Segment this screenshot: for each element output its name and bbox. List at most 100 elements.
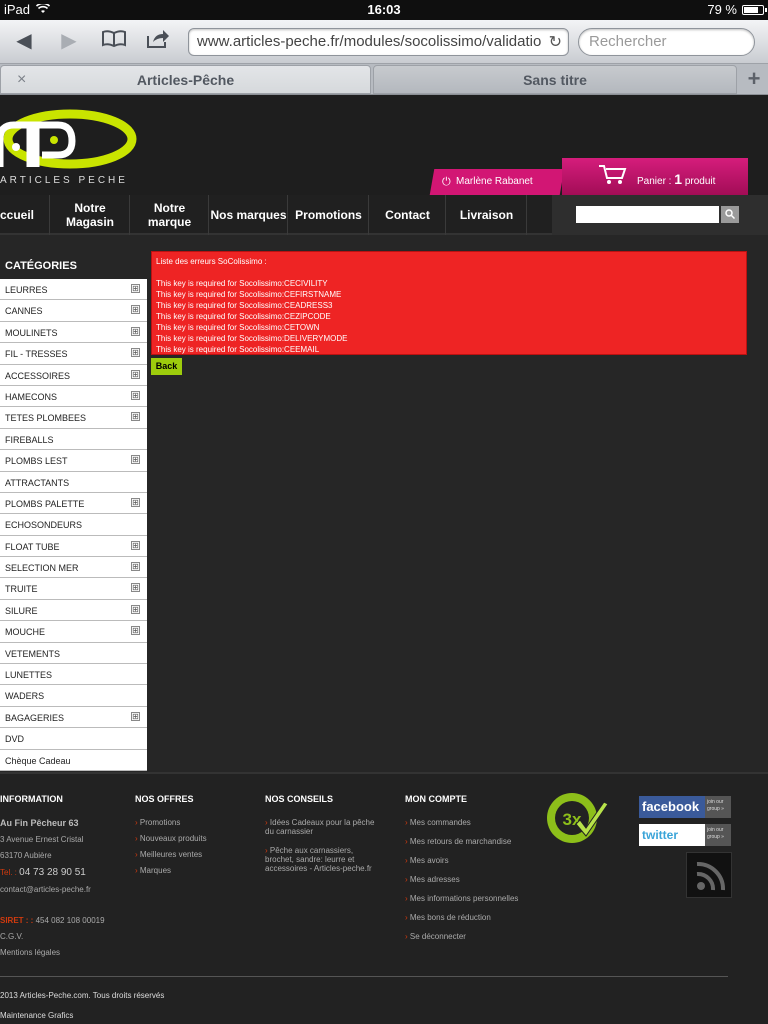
legal-link[interactable]: Mentions légales <box>0 948 125 957</box>
category-label: SILURE <box>5 605 38 616</box>
expand-plus-icon[interactable]: ⊞ <box>131 390 140 400</box>
site-search-input[interactable] <box>576 206 719 223</box>
category-item[interactable]: Chèque Cadeau <box>0 749 147 771</box>
category-item[interactable]: ECHOSONDEURS <box>0 514 147 536</box>
category-item[interactable]: FIL - TRESSES ⊞ <box>0 343 147 365</box>
footer-link-infos-perso[interactable]: Mes informations personnelles <box>405 894 540 903</box>
expand-plus-icon[interactable]: ⊞ <box>131 711 140 721</box>
bookmarks-icon[interactable] <box>100 28 128 54</box>
cart-prefix: Panier : <box>637 176 672 187</box>
category-item[interactable]: WADERS <box>0 685 147 707</box>
category-item[interactable]: PLOMBS LEST ⊞ <box>0 450 147 472</box>
share-icon[interactable] <box>144 28 172 54</box>
tab-label: Sans titre <box>523 72 587 88</box>
category-item[interactable]: HAMECONS ⊞ <box>0 385 147 408</box>
logo-text: ARTICLES PECHE <box>0 175 128 186</box>
expand-plus-icon[interactable]: ⊞ <box>131 497 140 507</box>
category-item[interactable]: BAGAGERIES ⊞ <box>0 706 147 729</box>
category-item[interactable]: LEURRES ⊞ <box>0 279 147 301</box>
nav-item-promotions[interactable]: Promotions <box>289 195 369 235</box>
footer-link-avoirs[interactable]: Mes avoirs <box>405 856 540 865</box>
tab-articles-peche[interactable]: × Articles-Pêche <box>0 65 371 94</box>
category-item[interactable]: SILURE ⊞ <box>0 599 147 622</box>
category-item[interactable]: MOUCHE ⊞ <box>0 621 147 643</box>
browser-search-input[interactable]: Rechercher <box>578 28 755 56</box>
category-item[interactable]: ATTRACTANTS <box>0 471 147 493</box>
category-label: VETEMENTS <box>5 648 61 659</box>
expand-plus-icon[interactable]: ⊞ <box>131 369 140 379</box>
address-line1: 3 Avenue Ernest Cristal <box>0 835 84 844</box>
user-name: Marlène Rabanet <box>456 176 533 187</box>
footer-link-adresses[interactable]: Mes adresses <box>405 875 540 884</box>
tab-sans-titre[interactable]: Sans titre <box>373 65 737 94</box>
phone-number: 04 73 28 90 51 <box>19 867 86 878</box>
footer-link-retours[interactable]: Mes retours de marchandise <box>405 837 540 846</box>
rss-icon[interactable] <box>686 852 732 898</box>
category-item[interactable]: DVD <box>0 728 147 750</box>
nav-item-contact[interactable]: Contact <box>370 195 446 235</box>
footer-link-bons-reduction[interactable]: Mes bons de réduction <box>405 913 540 922</box>
footer-link-marques[interactable]: Marques <box>135 866 255 875</box>
category-item[interactable]: FLOAT TUBE ⊞ <box>0 535 147 558</box>
footer-link-nouveaux[interactable]: Nouveaux produits <box>135 834 255 843</box>
expand-plus-icon[interactable]: ⊞ <box>131 455 140 465</box>
site-search <box>552 195 768 235</box>
category-item[interactable]: MOULINETS ⊞ <box>0 321 147 344</box>
nav-item-notre-magasin[interactable]: Notre Magasin <box>51 195 130 235</box>
twitter-button[interactable]: twitter join our group » <box>639 824 731 846</box>
cgv-link[interactable]: C.G.V. <box>0 932 125 941</box>
expand-plus-icon[interactable]: ⊞ <box>131 326 140 336</box>
user-account-tab[interactable]: ⏻ Marlène Rabanet <box>429 169 565 195</box>
nav-item-livraison[interactable]: Livraison <box>447 195 527 235</box>
expand-plus-icon[interactable]: ⊞ <box>131 305 140 315</box>
category-item[interactable]: VETEMENTS <box>0 642 147 665</box>
nav-item-accueil[interactable]: ccueil <box>0 195 50 235</box>
back-button[interactable]: Back <box>151 358 182 375</box>
expand-plus-icon[interactable]: ⊞ <box>131 540 140 550</box>
footer-link-commandes[interactable]: Mes commandes <box>405 818 540 827</box>
nav-item-nos-marques[interactable]: Nos marques <box>210 195 288 235</box>
back-arrow-icon[interactable]: ◀ <box>10 28 38 54</box>
nav-item-notre-marque[interactable]: Notre marque <box>131 195 209 235</box>
expand-plus-icon[interactable]: ⊞ <box>131 412 140 422</box>
search-icon[interactable] <box>721 206 739 223</box>
expand-plus-icon[interactable]: ⊞ <box>131 562 140 572</box>
category-item[interactable]: LUNETTES <box>0 664 147 686</box>
error-line: This key is required for Socolissimo:CET… <box>156 323 320 332</box>
footer-link-peche-carnassiers[interactable]: Pêche aux carnassiers, brochet, sandre: … <box>265 846 375 873</box>
category-item[interactable]: TRUITE ⊞ <box>0 578 147 600</box>
reload-icon[interactable]: ↻ <box>549 32 562 52</box>
footer-link-deconnecter[interactable]: Se déconnecter <box>405 932 540 941</box>
category-item[interactable]: FIREBALLS <box>0 428 147 451</box>
address-bar[interactable]: www.articles-peche.fr/modules/socolissim… <box>188 28 569 56</box>
footer-conseils-title: NOS CONSEILS <box>265 794 334 804</box>
expand-plus-icon[interactable]: ⊞ <box>131 626 140 636</box>
category-item[interactable]: TETES PLOMBEES ⊞ <box>0 407 147 429</box>
expand-plus-icon[interactable]: ⊞ <box>131 284 140 293</box>
cart-suffix: produit <box>684 176 716 187</box>
expand-plus-icon[interactable]: ⊞ <box>131 348 140 358</box>
category-item[interactable]: SELECTION MER ⊞ <box>0 557 147 579</box>
cart-button[interactable]: Panier : 1 produit <box>562 158 748 196</box>
expand-plus-icon[interactable]: ⊞ <box>131 604 140 614</box>
category-item[interactable]: ACCESSOIRES ⊞ <box>0 364 147 386</box>
power-icon[interactable]: ⏻ <box>442 169 451 195</box>
email-link[interactable]: contact@articles-peche.fr <box>0 885 125 894</box>
copyright-text: 2013 Articles-Peche.com. Tous droits rés… <box>0 991 165 1000</box>
category-item[interactable]: PLOMBS PALETTE ⊞ <box>0 492 147 515</box>
category-item[interactable]: CANNES ⊞ <box>0 300 147 322</box>
category-label: PLOMBS PALETTE <box>5 498 85 509</box>
siret-label: SIRET : : <box>0 916 34 925</box>
maintenance-link[interactable]: Maintenance Grafics <box>0 1011 73 1020</box>
expand-plus-icon[interactable]: ⊞ <box>131 583 140 593</box>
close-tab-icon[interactable]: × <box>17 66 26 94</box>
footer-link-idees-cadeaux[interactable]: Idées Cadeaux pour la pêche du carnassie… <box>265 818 375 836</box>
footer-bottom-rule <box>0 976 728 977</box>
forward-arrow-icon[interactable]: ▶ <box>55 28 83 54</box>
new-tab-plus-icon[interactable]: + <box>740 65 768 94</box>
error-title: Liste des erreurs SoColissimo : <box>156 257 267 266</box>
search-placeholder: Rechercher <box>589 33 667 50</box>
footer-link-meilleures[interactable]: Meilleures ventes <box>135 850 255 859</box>
footer-link-promotions[interactable]: Promotions <box>135 818 255 827</box>
facebook-button[interactable]: facebook join our group » <box>639 796 731 818</box>
